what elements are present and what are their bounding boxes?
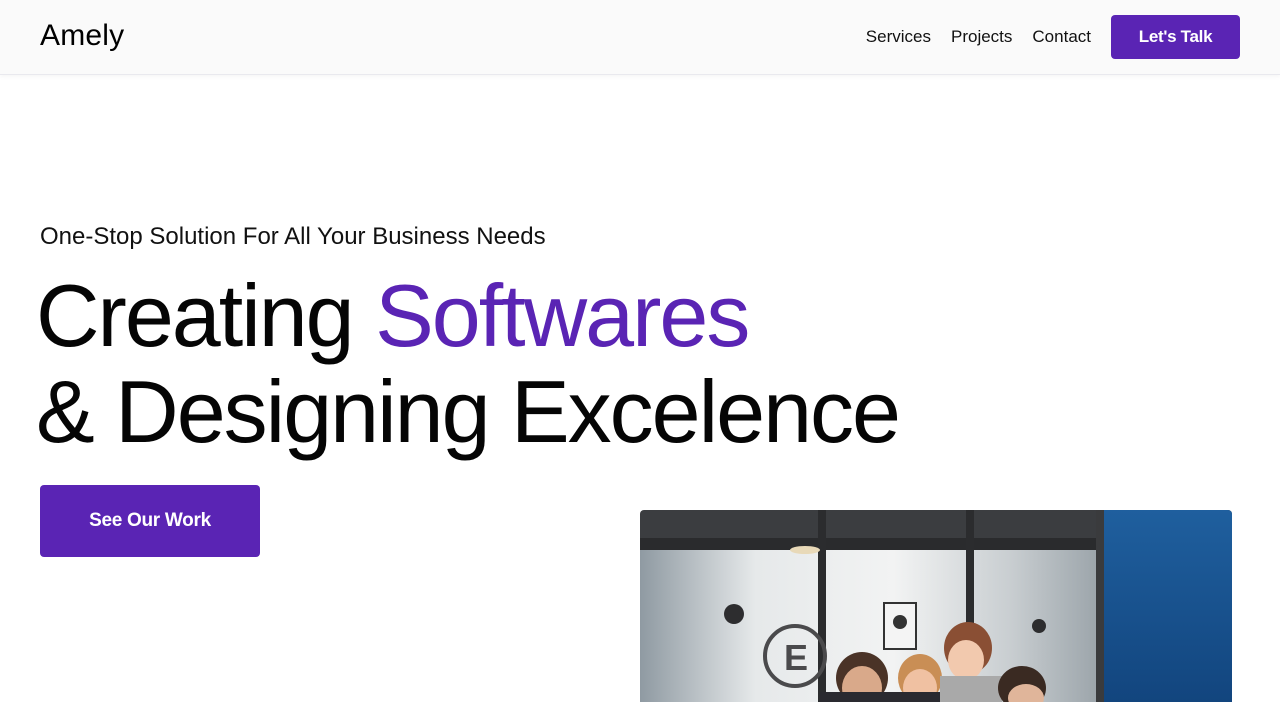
site-header: Amely Services Projects Contact Let's Ta… <box>0 0 1280 75</box>
nav-link-services[interactable]: Services <box>866 27 931 47</box>
lets-talk-button[interactable]: Let's Talk <box>1111 15 1240 59</box>
team-photo-illustration: E <box>640 510 1232 702</box>
headline-line-two: & Designing Excelence <box>36 362 901 461</box>
hero-headline: Creating Softwares & Designing Excelence <box>36 266 901 461</box>
team-photo: E <box>640 510 1232 702</box>
nav-link-projects[interactable]: Projects <box>951 27 1012 47</box>
svg-text:E: E <box>784 637 808 678</box>
headline-word-creating: Creating <box>36 266 355 365</box>
main-nav: Services Projects Contact Let's Talk <box>866 15 1240 59</box>
nav-link-contact[interactable]: Contact <box>1032 27 1091 47</box>
hero-tagline: One-Stop Solution For All Your Business … <box>40 223 546 250</box>
see-our-work-button[interactable]: See Our Work <box>40 485 260 557</box>
brand-logo[interactable]: Amely <box>40 18 124 54</box>
headline-accent-softwares: Softwares <box>375 266 750 365</box>
